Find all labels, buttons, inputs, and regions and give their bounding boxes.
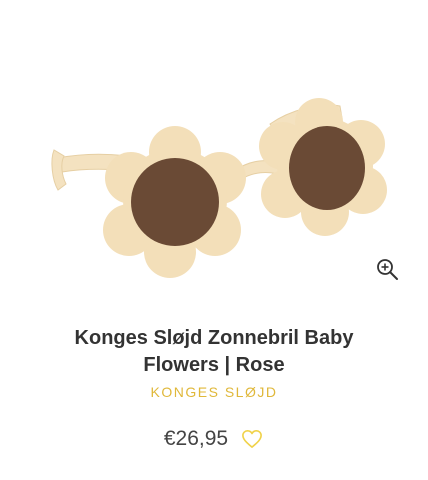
heart-outline-icon [242,430,263,448]
zoom-button[interactable] [374,256,402,284]
product-title-line2: Flowers | Rose [143,354,285,376]
wishlist-button[interactable] [240,428,264,450]
price-row: €26,95 [0,425,428,453]
product-price: €26,95 [163,427,229,450]
brand-link[interactable]: KONGES SLØJD [0,384,428,400]
product-card[interactable]: Konges Sløjd Zonnebril Baby Flowers | Ro… [0,0,428,480]
product-title[interactable]: Konges Sløjd Zonnebril Baby Flowers | Ro… [30,325,398,379]
product-image[interactable] [40,80,390,280]
right-lens [289,126,365,210]
left-lens [131,158,219,246]
left-flower-frame [103,126,246,278]
product-title-line1: Konges Sløjd Zonnebril Baby [74,327,354,349]
zoom-in-icon [377,259,398,280]
